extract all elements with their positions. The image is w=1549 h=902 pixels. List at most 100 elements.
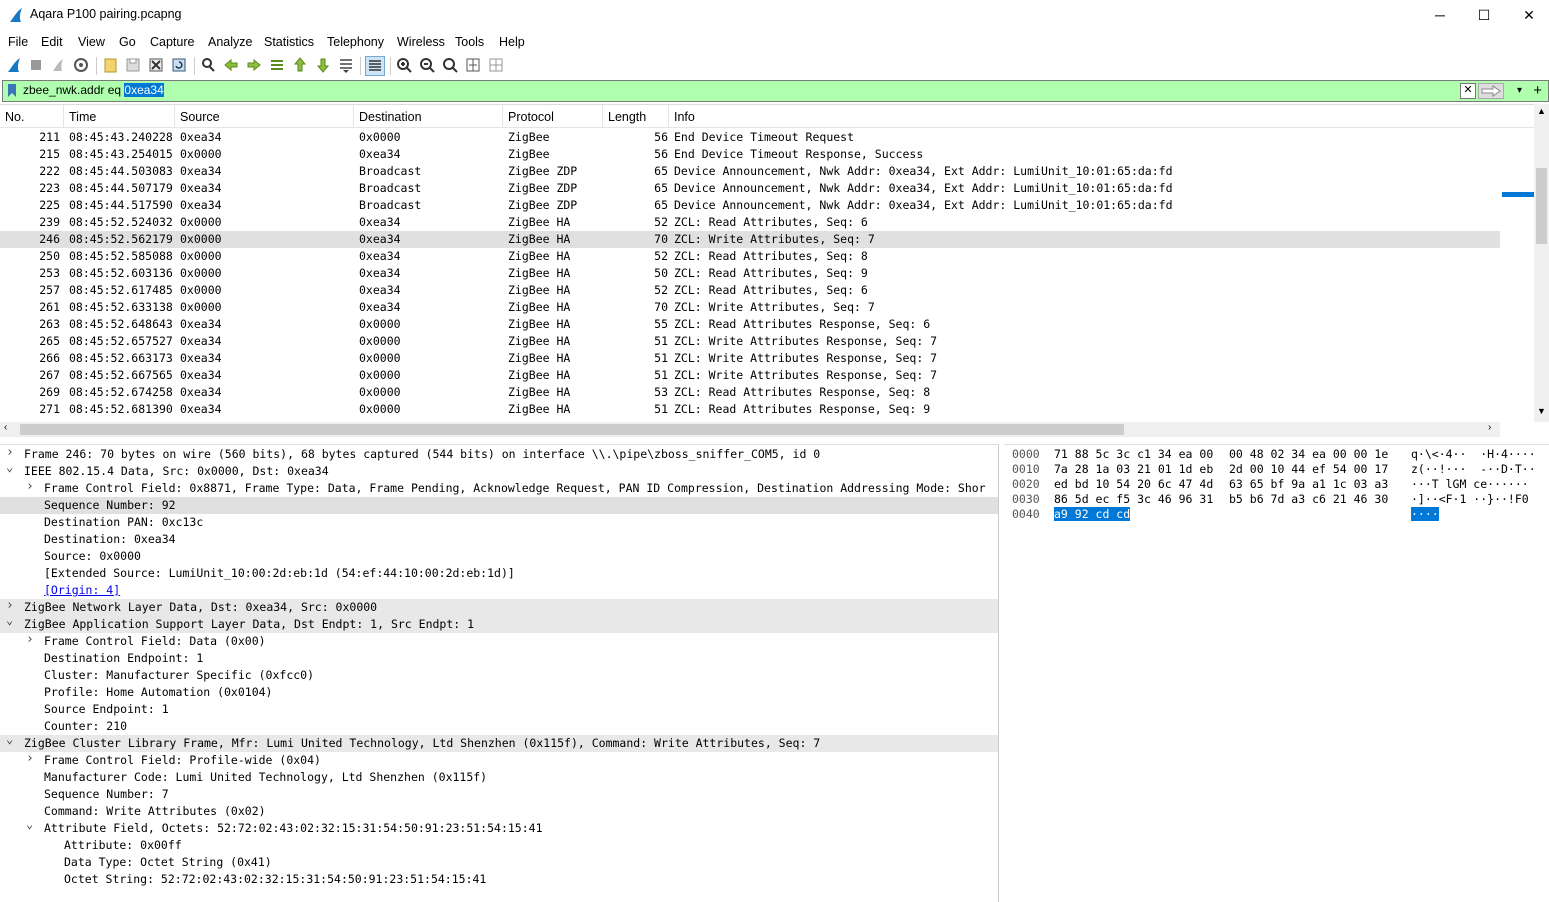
- clear-filter-button[interactable]: ✕: [1460, 83, 1476, 99]
- packet-row[interactable]: 222 08:45:44.503083 0xea34 Broadcast ZigBee …: [0, 163, 1500, 180]
- detail-row[interactable]: [Origin: 4]: [0, 582, 998, 599]
- collapse-chevron-icon[interactable]: ⌄: [26, 817, 33, 831]
- first-packet-icon[interactable]: [291, 56, 309, 74]
- packet-row[interactable]: 266 08:45:52.663173 0xea34 0x0000 ZigBee HA 5…: [0, 350, 1500, 367]
- display-filter-bar[interactable]: zbee_nwk.addr eq 0xea34 ✕ ▾ +: [2, 80, 1549, 102]
- detail-row[interactable]: Destination Endpoint: 1: [0, 650, 998, 667]
- detail-row[interactable]: Source: 0x0000: [0, 548, 998, 565]
- find-packet-icon[interactable]: [199, 56, 217, 74]
- filter-input[interactable]: zbee_nwk.addr eq 0xea34: [23, 83, 164, 97]
- ascii-dump[interactable]: ···T lGM ce······: [1411, 477, 1529, 491]
- scroll-up-icon[interactable]: ▲: [1537, 106, 1546, 116]
- packet-row[interactable]: 267 08:45:52.667565 0xea34 0x0000 ZigBee HA 5…: [0, 367, 1500, 384]
- hex-group-2[interactable]: 00 48 02 34 ea 00 00 1e: [1229, 447, 1388, 461]
- packet-details-tree[interactable]: › Frame 246: 70 bytes on wire (560 bits),…: [0, 444, 999, 902]
- hex-group-1[interactable]: ed bd 10 54 20 6c 47 4d: [1054, 477, 1213, 491]
- menu-statistics[interactable]: Statistics: [264, 35, 314, 49]
- expand-chevron-icon[interactable]: ›: [26, 632, 34, 647]
- packet-row[interactable]: 269 08:45:52.674258 0xea34 0x0000 ZigBee HA 5…: [0, 384, 1500, 401]
- detail-row[interactable]: Sequence Number: 92: [0, 497, 998, 514]
- packet-row[interactable]: 257 08:45:52.617485 0x0000 0xea34 ZigBee HA 5…: [0, 282, 1500, 299]
- packet-row[interactable]: 250 08:45:52.585088 0x0000 0xea34 ZigBee HA 5…: [0, 248, 1500, 265]
- packet-list-hscrollbar[interactable]: ‹ ›: [0, 422, 1500, 437]
- col-source[interactable]: Source: [180, 110, 220, 124]
- menu-tools[interactable]: Tools: [455, 35, 484, 49]
- hex-group-1[interactable]: 86 5d ec f5 3c 46 96 31: [1054, 492, 1213, 506]
- ascii-dump[interactable]: ····: [1411, 507, 1439, 521]
- expand-chevron-icon[interactable]: ›: [26, 751, 34, 766]
- collapse-chevron-icon[interactable]: ⌄: [6, 613, 13, 627]
- packet-row[interactable]: 261 08:45:52.633138 0x0000 0xea34 ZigBee HA 7…: [0, 299, 1500, 316]
- go-to-packet-icon[interactable]: [268, 56, 286, 74]
- detail-row[interactable]: › Frame Control Field: Data (0x00): [0, 632, 998, 650]
- detail-row[interactable]: ⌄ ZigBee Cluster Library Frame, Mfr: Lumi…: [0, 732, 998, 752]
- menu-capture[interactable]: Capture: [150, 35, 194, 49]
- scroll-down-icon[interactable]: ▼: [1537, 406, 1546, 416]
- last-packet-icon[interactable]: [314, 56, 332, 74]
- save-file-icon[interactable]: [124, 56, 142, 74]
- layout-icon[interactable]: [487, 56, 505, 74]
- detail-row[interactable]: Command: Write Attributes (0x02): [0, 803, 998, 820]
- packet-row[interactable]: 239 08:45:52.524032 0x0000 0xea34 ZigBee HA 5…: [0, 214, 1500, 231]
- restart-capture-icon[interactable]: [49, 56, 67, 74]
- detail-row[interactable]: Octet String: 52:72:02:43:02:32:15:31:54…: [0, 871, 998, 888]
- col-time[interactable]: Time: [69, 110, 96, 124]
- col-length[interactable]: Length: [608, 110, 646, 124]
- ascii-dump[interactable]: z(··!··· -··D·T··: [1411, 462, 1536, 476]
- packet-row[interactable]: 263 08:45:52.648643 0xea34 0x0000 ZigBee HA 5…: [0, 316, 1500, 333]
- expand-chevron-icon[interactable]: ›: [26, 479, 34, 494]
- maximize-button[interactable]: ☐: [1461, 0, 1507, 30]
- collapse-chevron-icon[interactable]: ⌄: [6, 732, 13, 746]
- hex-group-1[interactable]: 7a 28 1a 03 21 01 1d eb: [1054, 462, 1213, 476]
- detail-row[interactable]: ⌄ Attribute Field, Octets: 52:72:02:43:02…: [0, 817, 998, 837]
- detail-link[interactable]: [Origin: 4]: [44, 583, 120, 597]
- hex-group-2[interactable]: 2d 00 10 44 ef 54 00 17: [1229, 462, 1388, 476]
- ascii-dump[interactable]: q·\<·4·· ·H·4····: [1411, 447, 1536, 461]
- packet-row[interactable]: 271 08:45:52.681390 0xea34 0x0000 ZigBee HA 5…: [0, 401, 1500, 418]
- menu-go[interactable]: Go: [119, 35, 136, 49]
- zoom-in-icon[interactable]: [395, 56, 413, 74]
- detail-row[interactable]: › ZigBee Network Layer Data, Dst: 0xea34,…: [0, 598, 998, 616]
- close-file-icon[interactable]: [147, 56, 165, 74]
- menu-file[interactable]: File: [8, 35, 28, 49]
- apply-filter-button[interactable]: [1478, 83, 1504, 99]
- detail-row[interactable]: › Frame 246: 70 bytes on wire (560 bits),…: [0, 445, 998, 463]
- scroll-left-icon[interactable]: ‹: [4, 422, 7, 433]
- detail-row[interactable]: Data Type: Octet String (0x41): [0, 854, 998, 871]
- packet-row[interactable]: 265 08:45:52.657527 0xea34 0x0000 ZigBee HA 5…: [0, 333, 1500, 350]
- auto-scroll-icon[interactable]: [337, 56, 355, 74]
- col-info[interactable]: Info: [674, 110, 695, 124]
- collapse-chevron-icon[interactable]: ⌄: [6, 460, 13, 474]
- packet-bytes-pane[interactable]: 0000 71 88 5c 3c c1 34 ea 00 00 48 02 34 e…: [1004, 444, 1549, 902]
- hex-group-2[interactable]: 63 65 bf 9a a1 1c 03 a3: [1229, 477, 1388, 491]
- open-file-icon[interactable]: [102, 56, 120, 74]
- detail-row[interactable]: Attribute: 0x00ff: [0, 837, 998, 854]
- detail-row[interactable]: [Extended Source: LumiUnit_10:00:2d:eb:1…: [0, 565, 998, 582]
- hex-group-1[interactable]: 71 88 5c 3c c1 34 ea 00: [1054, 447, 1213, 461]
- byte-offset[interactable]: 0020: [1012, 477, 1040, 491]
- detail-row[interactable]: Counter: 210: [0, 718, 998, 735]
- packet-row[interactable]: 215 08:45:43.254015 0x0000 0xea34 ZigBee 56 En…: [0, 146, 1500, 163]
- detail-row[interactable]: › Frame Control Field: 0x8871, Frame Type…: [0, 479, 998, 497]
- packet-list-vscrollbar[interactable]: ▲ ▼: [1534, 104, 1549, 422]
- detail-row[interactable]: Source Endpoint: 1: [0, 701, 998, 718]
- minimize-button[interactable]: ─: [1417, 0, 1463, 30]
- detail-row[interactable]: ⌄ ZigBee Application Support Layer Data, …: [0, 613, 998, 633]
- close-button[interactable]: ✕: [1506, 0, 1549, 30]
- menu-telephony[interactable]: Telephony: [327, 35, 384, 49]
- detail-row[interactable]: Manufacturer Code: Lumi United Technolog…: [0, 769, 998, 786]
- col-protocol[interactable]: Protocol: [508, 110, 554, 124]
- hex-group-2[interactable]: b5 b6 7d a3 c6 21 46 30: [1229, 492, 1388, 506]
- col-no[interactable]: No.: [5, 110, 24, 124]
- detail-row[interactable]: Sequence Number: 7: [0, 786, 998, 803]
- byte-offset[interactable]: 0010: [1012, 462, 1040, 476]
- ascii-dump[interactable]: ·]··<F·1 ··}··!F0: [1411, 492, 1529, 506]
- scroll-thumb[interactable]: [1536, 168, 1547, 244]
- reload-file-icon[interactable]: [170, 56, 188, 74]
- packet-row[interactable]: 246 08:45:52.562179 0x0000 0xea34 ZigBee HA 7…: [0, 231, 1500, 248]
- byte-offset[interactable]: 0040: [1012, 507, 1040, 521]
- colorize-list-icon[interactable]: [365, 56, 385, 76]
- packet-row[interactable]: 225 08:45:44.517590 0xea34 Broadcast ZigBee …: [0, 197, 1500, 214]
- detail-row[interactable]: › Frame Control Field: Profile-wide (0x04…: [0, 751, 998, 769]
- detail-row[interactable]: Cluster: Manufacturer Specific (0xfcc0): [0, 667, 998, 684]
